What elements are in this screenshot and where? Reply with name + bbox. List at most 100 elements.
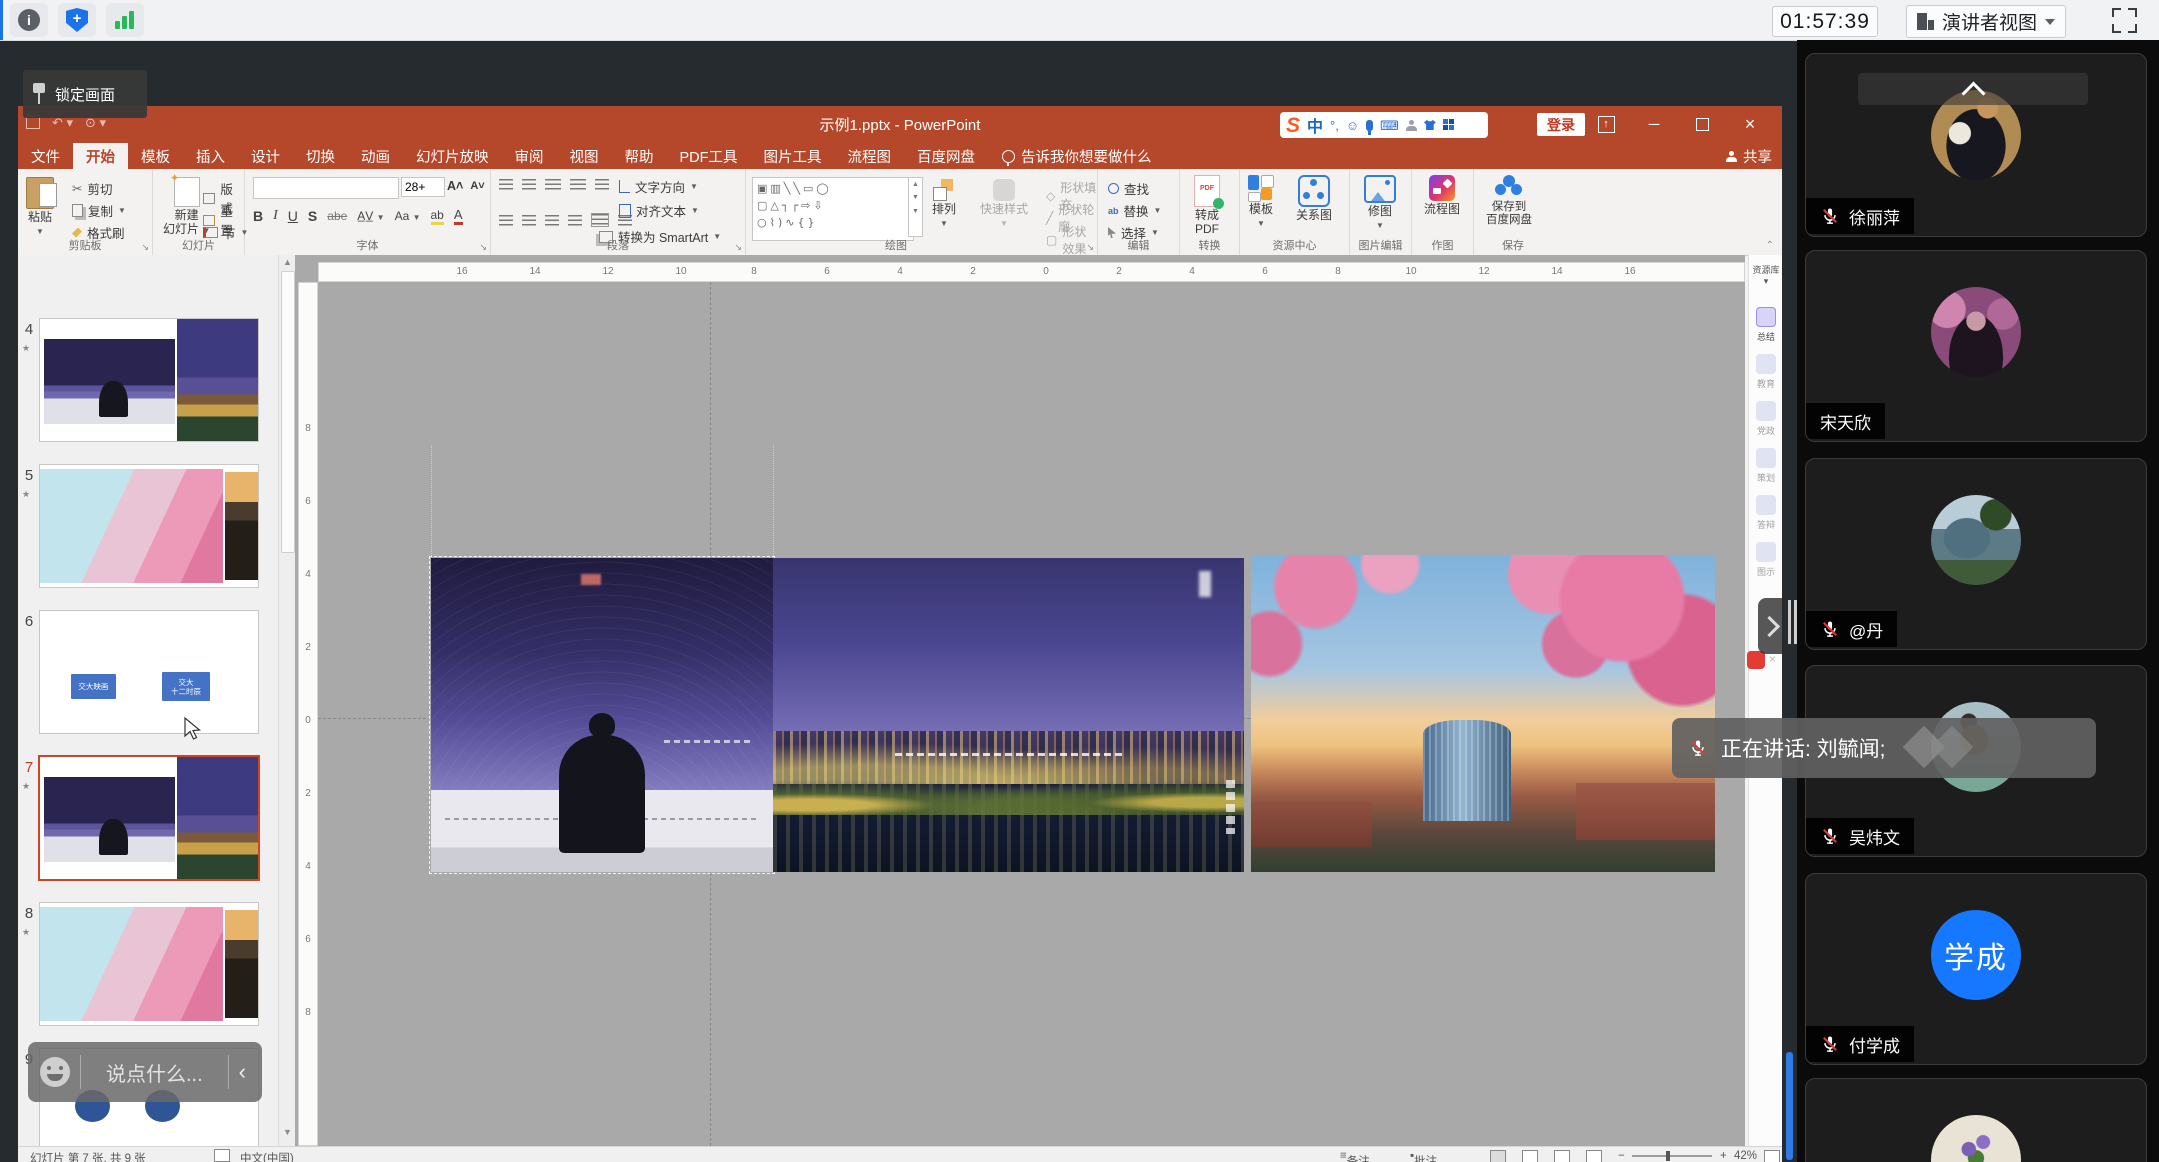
font-grow-shrink[interactable]: A˄ A˅: [447, 179, 485, 193]
slide-thumbnail-4[interactable]: [40, 319, 258, 441]
info-button[interactable]: i: [10, 3, 48, 37]
flowchart-button[interactable]: 流程图: [1424, 175, 1460, 217]
share-button[interactable]: 共享: [1726, 143, 1772, 169]
participant-tile[interactable]: 徐丽萍: [1805, 53, 2147, 237]
tab-insert[interactable]: 插入: [183, 143, 238, 169]
italic-button[interactable]: I: [273, 208, 278, 224]
find-button[interactable]: 查找: [1108, 179, 1149, 198]
copy-button[interactable]: 复制 ▼: [72, 201, 126, 220]
tab-slideshow[interactable]: 幻灯片放映: [403, 143, 502, 169]
resource-item-planning[interactable]: 策划: [1749, 448, 1782, 484]
ime-emoji-icon[interactable]: ☺: [1346, 119, 1359, 132]
scroll-up-icon[interactable]: ▲: [279, 257, 296, 267]
text-direction-button[interactable]: 文字方向 ▼: [619, 177, 698, 196]
zoom-slider-thumb[interactable]: [1666, 1151, 1670, 1161]
grow-font-icon[interactable]: A˄: [447, 179, 463, 193]
resource-item-summary[interactable]: 总结: [1749, 307, 1782, 343]
participant-tile[interactable]: 宋天欣: [1805, 250, 2147, 442]
shapes-gallery[interactable]: ▣▥╲╲▭◯▢△┐┌⇨⇩○⌇)∿{}: [752, 177, 914, 241]
underline-button[interactable]: U: [288, 208, 298, 224]
scrollbar-thumb[interactable]: [281, 271, 295, 553]
zoom-in-button[interactable]: +: [1720, 1150, 1727, 1162]
emoji-icon[interactable]: [40, 1057, 70, 1087]
participant-tile[interactable]: [1805, 1078, 2147, 1162]
ime-account-icon[interactable]: [1406, 120, 1417, 131]
slide-thumbnail-8[interactable]: [40, 903, 258, 1025]
panel-drag-handle[interactable]: [1788, 600, 1791, 644]
increase-indent-button[interactable]: [570, 179, 586, 190]
notes-button[interactable]: ≡ 备注: [1340, 1150, 1347, 1162]
collapse-panel-button[interactable]: [1858, 73, 2088, 105]
strikethrough-button[interactable]: abe: [327, 209, 347, 223]
tab-transitions[interactable]: 切换: [293, 143, 348, 169]
thumbnail-scrollbar[interactable]: ▲ ▼: [278, 255, 296, 1146]
ime-keyboard-icon[interactable]: ⌨: [1380, 119, 1399, 132]
to-pdf-button[interactable]: 转成PDF: [1194, 175, 1220, 237]
decrease-indent-button[interactable]: [545, 179, 561, 190]
dialog-launcher-icon[interactable]: ↘: [479, 242, 487, 253]
change-case-button[interactable]: Aa ▼: [395, 209, 421, 223]
login-button[interactable]: 登录: [1537, 113, 1585, 136]
highlight-button[interactable]: ab: [431, 208, 444, 225]
cut-button[interactable]: ✂剪切: [72, 179, 113, 198]
paste-button[interactable]: 粘贴 ▼: [26, 177, 54, 236]
align-text-button[interactable]: 对齐文本 ▼: [619, 201, 699, 220]
panel-scrollbar-thumb[interactable]: [1786, 1052, 1793, 1160]
save-to-baidu-button[interactable]: 保存到百度网盘: [1486, 175, 1532, 227]
arrange-button[interactable]: 排列 ▼: [932, 179, 956, 228]
close-button[interactable]: ×: [1738, 113, 1762, 135]
participant-tile[interactable]: @丹: [1805, 458, 2147, 650]
tab-animations[interactable]: 动画: [348, 143, 403, 169]
slide-thumbnail-5[interactable]: [40, 465, 258, 587]
resource-item-party[interactable]: 党政: [1749, 401, 1782, 437]
fit-slide-button[interactable]: [1764, 1150, 1780, 1162]
font-color-button[interactable]: A: [454, 207, 463, 225]
normal-view-button[interactable]: [1490, 1150, 1506, 1162]
shrink-font-icon[interactable]: A˅: [470, 180, 484, 192]
scroll-down-icon[interactable]: ▼: [279, 1127, 296, 1137]
reading-view-button[interactable]: [1554, 1150, 1570, 1162]
dialog-launcher-icon[interactable]: ↘: [141, 242, 149, 253]
chat-input-placeholder[interactable]: 说点什么...: [91, 1058, 218, 1087]
close-small-icon[interactable]: ×: [1769, 652, 1776, 666]
numbering-button[interactable]: [522, 179, 536, 190]
network-quality-button[interactable]: [106, 3, 144, 37]
tab-pdf-tools[interactable]: PDF工具: [667, 143, 751, 169]
ime-language-indicator[interactable]: 中: [1307, 113, 1323, 137]
retouch-button[interactable]: 修图 ▼: [1364, 175, 1396, 230]
resource-item-diagram[interactable]: 图示: [1749, 542, 1782, 578]
collapse-chat-icon[interactable]: ‹: [239, 1059, 250, 1085]
zoom-level[interactable]: 42%: [1734, 1150, 1757, 1162]
tab-home[interactable]: 开始: [73, 143, 128, 169]
resource-panel-title[interactable]: 资源库 ▾: [1749, 263, 1782, 287]
align-right-button[interactable]: [545, 215, 559, 226]
dialog-launcher-icon[interactable]: ↘: [1086, 242, 1094, 253]
font-size-input[interactable]: [401, 177, 445, 197]
selection-outline[interactable]: [429, 556, 775, 874]
ime-skin-icon[interactable]: [1424, 120, 1436, 130]
dialog-launcher-icon[interactable]: ↘: [734, 242, 742, 253]
view-mode-dropdown[interactable]: 演讲者视图: [1906, 5, 2066, 38]
security-button[interactable]: [58, 3, 96, 37]
replace-button[interactable]: ab替换 ▼: [1108, 201, 1161, 220]
ribbon-display-options-button[interactable]: ↑: [1594, 113, 1618, 135]
tab-view[interactable]: 视图: [557, 143, 612, 169]
slide-thumbnail-6[interactable]: 交大映画 交大十二时辰: [40, 611, 258, 733]
ime-punctuation-icon[interactable]: °,: [1330, 119, 1339, 132]
zoom-slider-track[interactable]: [1632, 1155, 1712, 1157]
justify-button[interactable]: [568, 215, 582, 226]
minimize-button[interactable]: ─: [1642, 113, 1666, 135]
align-center-button[interactable]: [522, 215, 536, 226]
participant-tile[interactable]: 学成 付学成: [1805, 873, 2147, 1065]
char-spacing-button[interactable]: A̲V̲ ▼: [357, 209, 384, 223]
comments-button[interactable]: ▪ 批注: [1410, 1150, 1414, 1162]
tab-file[interactable]: 文件: [18, 143, 73, 169]
slideshow-view-button[interactable]: [1586, 1150, 1602, 1162]
relation-diagram-button[interactable]: 关系图: [1296, 175, 1332, 223]
tab-picture-tools[interactable]: 图片工具: [751, 143, 835, 169]
slide-thumbnail-7-selected[interactable]: [40, 757, 258, 879]
slide-photo-blossom-campus[interactable]: [1251, 555, 1715, 872]
bullets-button[interactable]: [499, 179, 513, 190]
fullscreen-button[interactable]: [2112, 8, 2137, 33]
spellcheck-icon[interactable]: [214, 1149, 230, 1162]
